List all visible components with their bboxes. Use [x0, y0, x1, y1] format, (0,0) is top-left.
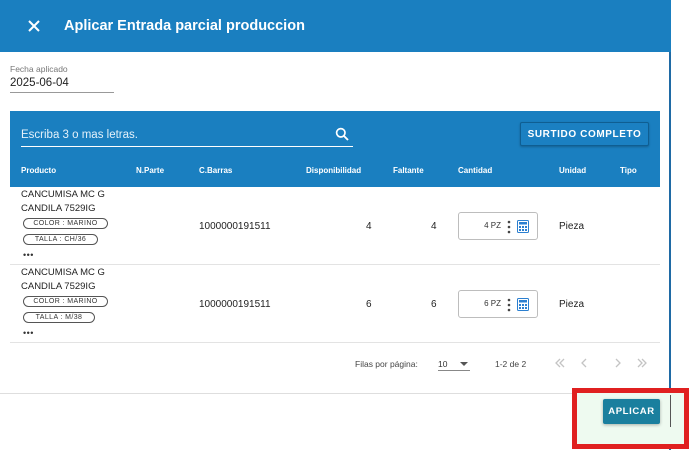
faltante: 4	[431, 221, 437, 232]
product-variant: CANDILA 7529IG	[21, 203, 96, 214]
disponibilidad: 6	[366, 299, 372, 310]
date-value[interactable]: 2025-06-04	[10, 77, 114, 93]
col-header-producto[interactable]: Producto	[21, 166, 56, 175]
next-page-button[interactable]	[610, 355, 626, 371]
close-icon	[28, 20, 40, 32]
close-button[interactable]	[14, 0, 54, 52]
calculator-icon[interactable]	[517, 220, 529, 233]
product-name: CANCUMISA MC G	[21, 189, 105, 200]
table-row: CANCUMISA MC G CANDILA 7529IG COLOR : MA…	[10, 187, 660, 265]
col-header-tipo[interactable]: Tipo	[620, 166, 637, 175]
more-options[interactable]: •••	[23, 328, 34, 338]
first-page-button[interactable]	[552, 355, 568, 371]
search-box[interactable]	[21, 123, 353, 147]
rows-per-page-select[interactable]: 10	[438, 355, 470, 371]
rows-per-page-value: 10	[438, 359, 448, 369]
search-input[interactable]	[21, 128, 321, 141]
last-page-button[interactable]	[634, 355, 650, 371]
pagination-range: 1-2 de 2	[495, 359, 527, 369]
rows-per-page-label: Filas por página:	[355, 359, 418, 369]
col-header-cantidad[interactable]: Cantidad	[458, 166, 492, 175]
footer-divider	[0, 393, 671, 394]
size-chip: TALLA : CH/36	[23, 234, 98, 245]
prev-page-button[interactable]	[576, 355, 592, 371]
more-vert-icon[interactable]	[507, 298, 511, 312]
search-icon[interactable]	[335, 127, 349, 141]
chevron-down-icon	[460, 362, 468, 366]
quantity-field[interactable]: 4 PZ	[458, 212, 538, 240]
more-options[interactable]: •••	[23, 250, 34, 260]
quantity-value[interactable]: 6 PZ	[484, 299, 501, 308]
color-chip: COLOR : MARINO	[23, 218, 108, 229]
col-header-disponibilidad[interactable]: Disponibilidad	[306, 166, 361, 175]
surtido-completo-button[interactable]: SURTIDO COMPLETO	[520, 122, 649, 146]
first-page-icon	[555, 358, 565, 368]
dialog-title: Aplicar Entrada parcial produccion	[64, 18, 305, 34]
calculator-icon[interactable]	[517, 298, 529, 311]
apply-button[interactable]: APLICAR	[603, 399, 660, 424]
quantity-value[interactable]: 4 PZ	[484, 221, 501, 230]
dialog-header: Aplicar Entrada parcial produccion	[0, 0, 671, 52]
color-chip: COLOR : MARINO	[23, 296, 108, 307]
product-variant: CANDILA 7529IG	[21, 281, 96, 292]
cursor-line	[670, 395, 671, 427]
col-header-nparte[interactable]: N.Parte	[136, 166, 164, 175]
table-row: CANCUMISA MC G CANDILA 7529IG COLOR : MA…	[10, 265, 660, 343]
col-header-unidad[interactable]: Unidad	[559, 166, 586, 175]
col-header-cbarras[interactable]: C.Barras	[199, 166, 232, 175]
product-name: CANCUMISA MC G	[21, 267, 105, 278]
size-chip: TALLA : M/38	[23, 312, 95, 323]
barcode: 1000000191511	[199, 299, 271, 310]
dialog: Aplicar Entrada parcial produccion Fecha…	[0, 0, 671, 450]
date-field[interactable]: Fecha aplicado 2025-06-04	[10, 64, 114, 93]
last-page-icon	[637, 358, 647, 368]
chevron-left-icon	[581, 358, 587, 368]
date-label: Fecha aplicado	[10, 64, 68, 74]
table-toolbar: SURTIDO COMPLETO	[10, 111, 660, 187]
faltante: 6	[431, 299, 437, 310]
disponibilidad: 4	[366, 221, 372, 232]
col-header-faltante[interactable]: Faltante	[393, 166, 424, 175]
barcode: 1000000191511	[199, 221, 271, 232]
unidad: Pieza	[559, 221, 585, 232]
quantity-field[interactable]: 6 PZ	[458, 290, 538, 318]
more-vert-icon[interactable]	[507, 220, 511, 234]
unidad: Pieza	[559, 299, 585, 310]
chevron-right-icon	[615, 358, 621, 368]
